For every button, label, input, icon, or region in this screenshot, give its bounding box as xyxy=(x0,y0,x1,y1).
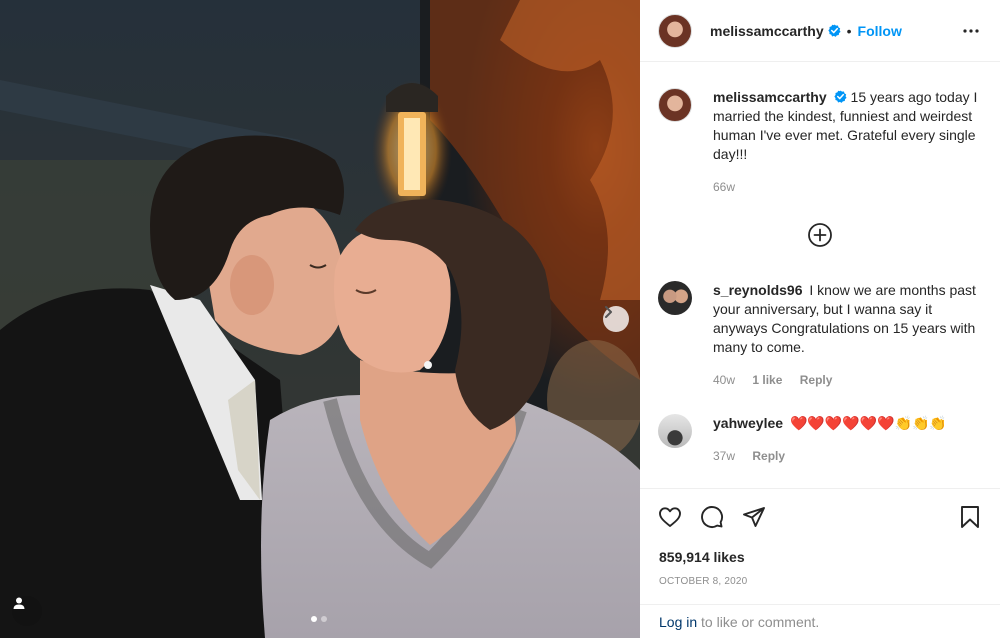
login-prompt: Log in to like or comment. xyxy=(640,604,1000,638)
chevron-right-icon xyxy=(605,306,612,318)
comment-age[interactable]: 37w xyxy=(713,449,735,463)
header-separator: • xyxy=(846,22,852,39)
author-username[interactable]: melissamccarthy xyxy=(710,23,824,39)
comment-avatar[interactable] xyxy=(658,414,692,448)
comment-item: yahweylee ❤️❤️❤️❤️❤️❤️👏👏👏 37w Reply xyxy=(658,414,988,466)
follow-button[interactable]: Follow xyxy=(858,23,902,39)
post-photo xyxy=(0,0,640,638)
comment-text: ❤️❤️❤️❤️❤️❤️👏👏👏 xyxy=(789,415,947,431)
tagged-users-button[interactable] xyxy=(12,596,42,626)
reply-button[interactable]: Reply xyxy=(752,449,785,463)
wedding-kiss-photo xyxy=(0,0,640,638)
comment-username[interactable]: s_reynolds96 xyxy=(713,282,803,298)
caption-author-avatar[interactable] xyxy=(658,88,692,122)
user-tag-icon xyxy=(13,597,25,609)
carousel-indicator xyxy=(311,616,327,622)
post-header: melissamccarthy • Follow xyxy=(640,0,1000,62)
share-icon[interactable] xyxy=(742,505,766,529)
login-link[interactable]: Log in xyxy=(659,614,697,630)
caption: melissamccarthy 15 years ago today I mar… xyxy=(658,88,988,197)
comment-avatar[interactable] xyxy=(658,281,692,315)
comment-icon[interactable] xyxy=(700,505,724,529)
post-side-panel: melissamccarthy • Follow melissamccarthy xyxy=(640,0,1000,638)
carousel-dot xyxy=(321,616,327,622)
caption-username[interactable]: melissamccarthy xyxy=(713,89,827,105)
author-avatar[interactable] xyxy=(658,13,692,48)
login-prompt-text: to like or comment. xyxy=(701,614,820,630)
post-actions: 859,914 likes OCTOBER 8, 2020 xyxy=(640,488,1000,604)
likes-count[interactable]: 859,914 likes xyxy=(659,549,745,565)
comment-item: s_reynolds96 I know we are months past y… xyxy=(658,281,988,390)
bookmark-icon[interactable] xyxy=(958,505,982,529)
verified-icon xyxy=(828,24,841,37)
more-icon[interactable] xyxy=(962,22,980,40)
carousel-next-button[interactable] xyxy=(603,306,629,332)
comments-section: melissamccarthy 15 years ago today I mar… xyxy=(640,62,1000,488)
post-date[interactable]: OCTOBER 8, 2020 xyxy=(659,576,747,587)
heart-icon[interactable] xyxy=(658,505,682,529)
carousel-dot-active xyxy=(311,616,317,622)
plus-circle-icon[interactable] xyxy=(807,222,833,248)
comment-likes[interactable]: 1 like xyxy=(752,373,782,387)
comment-username[interactable]: yahweylee xyxy=(713,415,783,431)
verified-icon xyxy=(833,90,847,103)
comment-age[interactable]: 40w xyxy=(713,373,735,387)
caption-age[interactable]: 66w xyxy=(713,180,735,194)
reply-button[interactable]: Reply xyxy=(800,373,833,387)
